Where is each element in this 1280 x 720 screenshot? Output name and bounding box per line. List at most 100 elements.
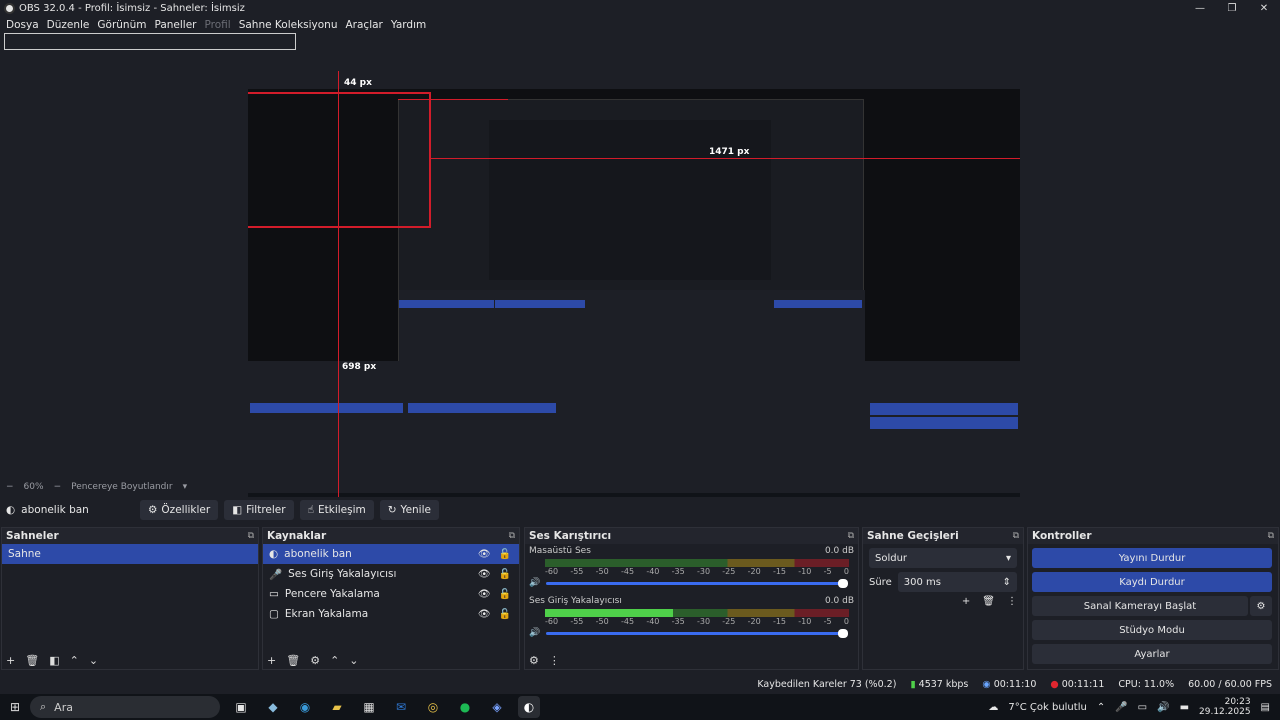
advanced-audio-icon[interactable]: ⚙	[529, 654, 539, 667]
undock-icon[interactable]: ⧉	[1013, 531, 1019, 541]
menu-help[interactable]: Yardım	[387, 19, 430, 31]
close-icon[interactable]: ✕	[1248, 0, 1280, 16]
arrow-up-icon[interactable]: ⌃	[70, 654, 79, 667]
zoom-in-icon[interactable]: −	[54, 482, 62, 492]
obs-taskbar-icon[interactable]: ◐	[518, 696, 540, 718]
source-item[interactable]: ▢ Ekran Yakalama 👁 🔓	[263, 604, 519, 624]
add-icon[interactable]: +	[6, 654, 15, 667]
measure-label-top: 44 px	[344, 78, 372, 88]
menu-profile[interactable]: Profil	[201, 19, 235, 31]
menu-file[interactable]: Dosya	[2, 19, 43, 31]
more-icon[interactable]: ⋮	[549, 654, 560, 667]
eye-icon[interactable]: 👁	[478, 589, 491, 600]
window-title: OBS 32.0.4 - Profil: İsimsiz - Sahneler:…	[19, 2, 245, 14]
filters-button[interactable]: ◧ Filtreler	[224, 500, 294, 520]
slider-handle[interactable]	[838, 628, 849, 638]
clock[interactable]: 20:23 29.12.2025	[1199, 697, 1251, 717]
start-virtual-camera-button[interactable]: Sanal Kamerayı Başlat	[1032, 596, 1248, 616]
zoom-out-icon[interactable]: −	[6, 482, 14, 492]
undock-icon[interactable]: ⧉	[848, 531, 854, 541]
scale-tick: -5	[823, 567, 832, 576]
source-item[interactable]: ◐ abonelik ban 👁 🔓	[263, 544, 519, 564]
eye-icon[interactable]: 👁	[478, 609, 491, 620]
menu-tools[interactable]: Araçlar	[342, 19, 387, 31]
lock-icon[interactable]: 🔓	[499, 589, 511, 600]
interact-button[interactable]: ☝ Etkileşim	[299, 500, 374, 520]
scale-tick: -15	[772, 567, 787, 576]
eye-icon[interactable]: 👁	[478, 569, 491, 580]
menu-view[interactable]: Görünüm	[93, 19, 150, 31]
refresh-label: Yenile	[400, 504, 431, 516]
properties-button[interactable]: ⚙ Özellikler	[140, 500, 219, 520]
undock-icon[interactable]: ⧉	[248, 531, 254, 541]
volume-slider[interactable]	[546, 578, 849, 588]
duration-spinbox[interactable]: 300 ms ⇕	[897, 572, 1017, 592]
settings-button[interactable]: Ayarlar	[1032, 644, 1272, 664]
battery-icon[interactable]: ▬	[1180, 702, 1189, 713]
add-icon[interactable]: +	[267, 654, 276, 667]
trash-icon[interactable]: 🗑	[982, 596, 995, 607]
virtual-camera-settings-gear-icon[interactable]: ⚙	[1250, 596, 1272, 616]
zoom-level: 60%	[23, 482, 44, 492]
mail-icon[interactable]: ✉	[390, 696, 412, 718]
preview-area[interactable]: 44 px 1471 px 698 px	[0, 33, 1280, 508]
scene-item[interactable]: Sahne	[2, 544, 258, 564]
eye-icon[interactable]: 👁	[478, 549, 491, 560]
discord-icon[interactable]: ◈	[486, 696, 508, 718]
lock-icon[interactable]: 🔓	[499, 569, 511, 580]
undock-icon[interactable]: ⧉	[509, 531, 515, 541]
windows-start-icon[interactable]: ⊞	[4, 696, 26, 718]
menu-edit[interactable]: Düzenle	[43, 19, 94, 31]
volume-slider[interactable]	[546, 628, 849, 638]
scene-transitions-dock: Sahne Geçişleri ⧉ Soldur ▾ Süre 300 ms ⇕ + …	[862, 527, 1024, 670]
chrome-icon[interactable]: ◎	[422, 696, 444, 718]
edge-icon[interactable]: ◉	[294, 696, 316, 718]
arrow-down-icon[interactable]: ⌄	[89, 654, 98, 667]
source-item[interactable]: 🎤 Ses Giriş Yakalayıcısı 👁 🔓	[263, 564, 519, 584]
microphone-icon[interactable]: 🎤	[1115, 702, 1127, 713]
lock-icon[interactable]: 🔓	[499, 609, 511, 620]
trash-icon[interactable]: 🗑	[25, 654, 39, 667]
taskbar-search[interactable]: ⌕ Ara	[30, 696, 220, 718]
arrow-down-icon[interactable]: ⌄	[349, 654, 358, 667]
preview-canvas[interactable]: 44 px 1471 px 698 px	[248, 71, 1020, 508]
lock-icon[interactable]: 🔓	[499, 549, 511, 560]
add-icon[interactable]: +	[962, 596, 970, 607]
minimize-icon[interactable]: —	[1184, 0, 1216, 16]
stop-record-button[interactable]: Kaydı Durdur	[1032, 572, 1272, 592]
speaker-icon[interactable]: 🔊	[529, 578, 540, 588]
menu-scene-collection[interactable]: Sahne Koleksiyonu	[235, 19, 342, 31]
fit-to-window-label[interactable]: Pencereye Boyutlandır	[71, 482, 172, 492]
stop-stream-button[interactable]: Yayını Durdur	[1032, 548, 1272, 568]
meter-scale: -60 -55 -50 -45 -40 -35 -30 -25 -20 -15 -10 -5 0	[545, 617, 849, 626]
store-icon[interactable]: ▦	[358, 696, 380, 718]
arrow-up-icon[interactable]: ⌃	[330, 654, 339, 667]
volume-icon[interactable]: 🔊	[1157, 702, 1169, 713]
notification-icon[interactable]: ▤	[1261, 702, 1270, 713]
gear-icon[interactable]: ⚙	[310, 654, 320, 667]
more-icon[interactable]: ⋮	[1007, 596, 1017, 607]
nested-preview-inner	[489, 120, 771, 280]
source-item[interactable]: ▭ Pencere Yakalama 👁 🔓	[263, 584, 519, 604]
stepper-icon[interactable]: ⇕	[1003, 577, 1011, 588]
slider-handle[interactable]	[838, 578, 849, 588]
filter-icon[interactable]: ◧	[49, 654, 59, 667]
copilot-icon[interactable]: ◆	[262, 696, 284, 718]
restore-icon[interactable]: ❐	[1216, 0, 1248, 16]
transition-select[interactable]: Soldur ▾	[869, 548, 1017, 568]
speaker-icon[interactable]: 🔊	[529, 628, 540, 638]
weather-text[interactable]: 7°C Çok bulutlu	[1008, 702, 1086, 713]
trash-icon[interactable]: 🗑	[286, 654, 300, 667]
scene-item-label: Sahne	[8, 548, 41, 560]
file-explorer-icon[interactable]: ▰	[326, 696, 348, 718]
chevron-up-icon[interactable]: ⌃	[1097, 702, 1105, 713]
undock-icon[interactable]: ⧉	[1268, 531, 1274, 541]
refresh-button[interactable]: ↻ Yenile	[379, 500, 439, 520]
channel-db: 0.0 dB	[824, 596, 854, 606]
chevron-down-icon[interactable]: ▾	[183, 482, 188, 492]
menu-docks[interactable]: Paneller	[150, 19, 200, 31]
spotify-icon[interactable]: ●	[454, 696, 476, 718]
task-view-icon[interactable]: ▣	[230, 696, 252, 718]
network-icon[interactable]: ▭	[1138, 702, 1147, 713]
studio-mode-button[interactable]: Stüdyo Modu	[1032, 620, 1272, 640]
